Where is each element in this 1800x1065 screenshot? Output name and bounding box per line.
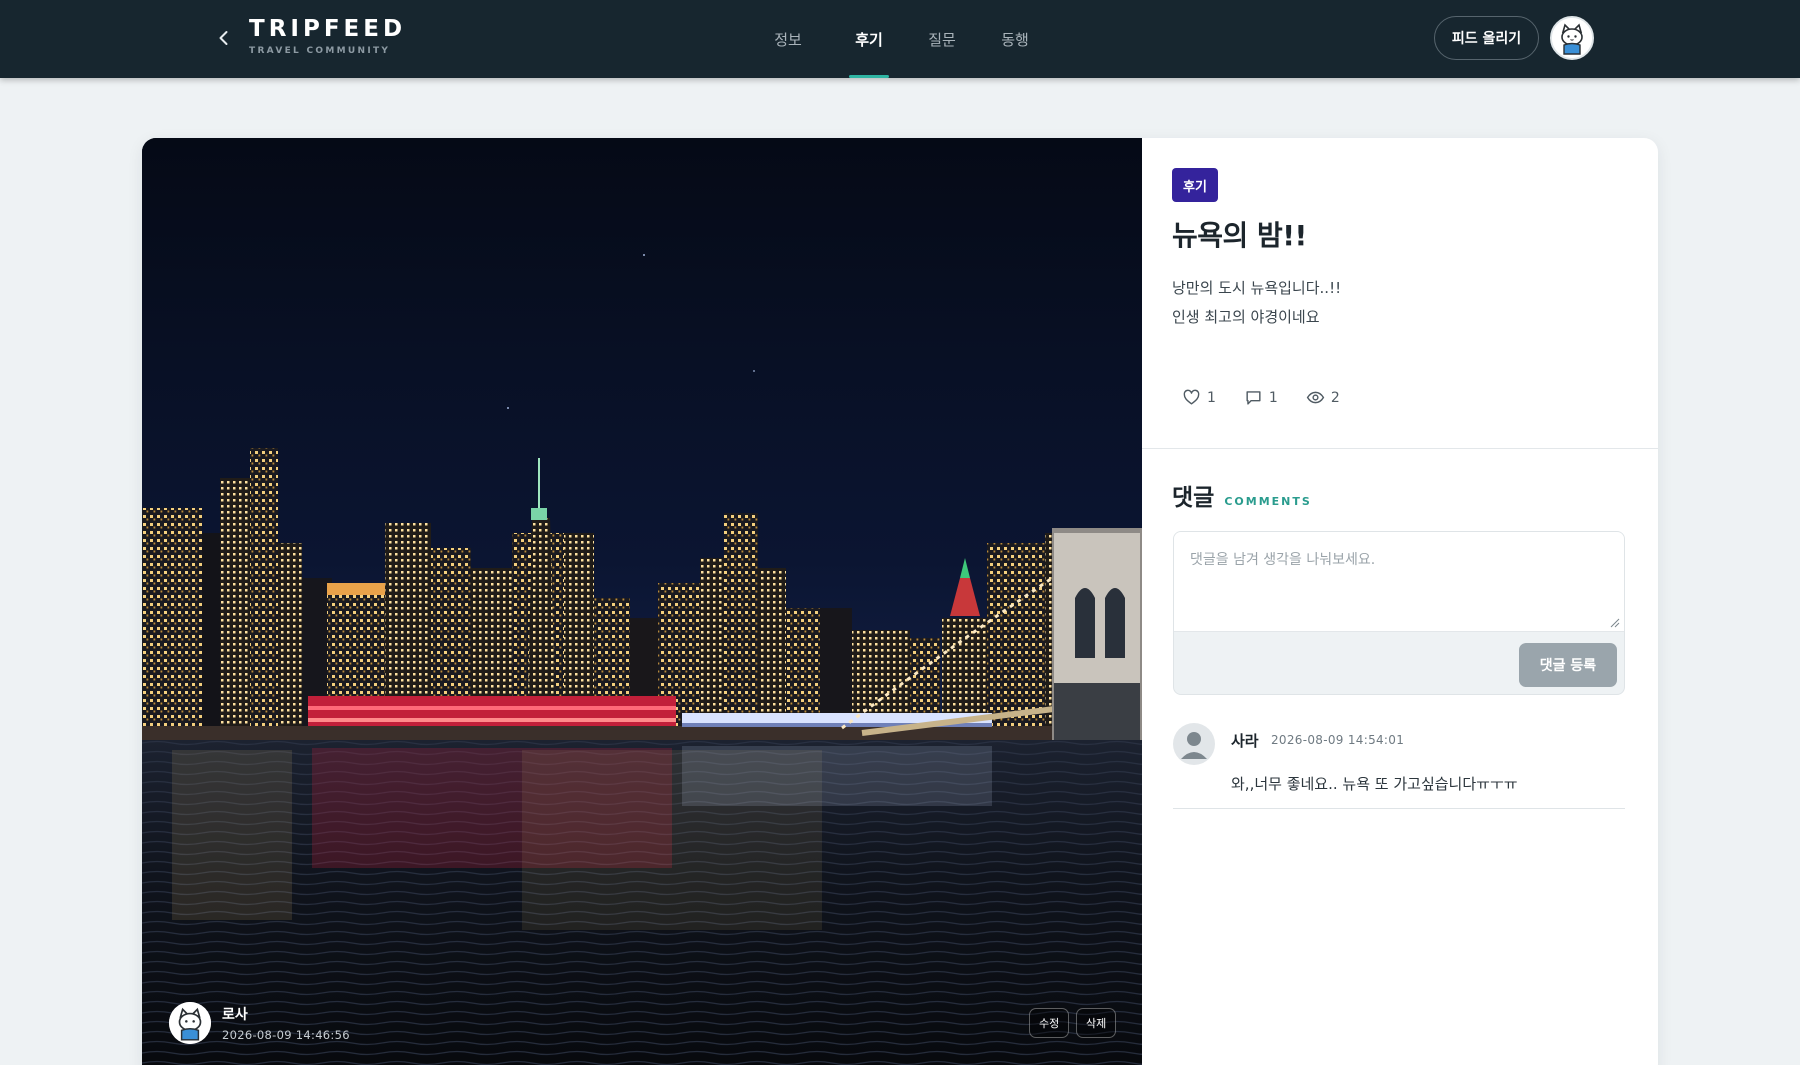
post-stats: 1 1 2 (1182, 388, 1368, 407)
view-count-value: 2 (1330, 389, 1340, 406)
post-body-line: 낭만의 도시 뉴욕입니다..!! (1172, 279, 1342, 297)
comment-count-button[interactable]: 1 (1244, 388, 1278, 407)
comment-text: 와,,너무 좋네요.. 뉴욕 또 가고싶습니다ㅠㅜㅠ (1231, 775, 1518, 793)
cat-avatar-icon (1552, 18, 1592, 58)
eye-icon (1306, 391, 1325, 404)
comment-date: 2026-08-09 14:54:01 (1271, 733, 1405, 747)
night-skyline-photo (142, 138, 1142, 1065)
comment-item: 사라 2026-08-09 14:54:01 와,,너무 좋네요.. 뉴욕 또 … (1173, 723, 1625, 809)
top-navigation-bar: TRIPFEED TRAVEL COMMUNITY 정보 후기 질문 동행 피드… (0, 0, 1800, 78)
nav-tab-review[interactable]: 후기 (849, 0, 889, 78)
section-divider (1142, 448, 1658, 449)
edit-button[interactable]: 수정 (1029, 1008, 1070, 1038)
comments-heading: 댓글 COMMENTS (1172, 478, 1312, 512)
commenter-name[interactable]: 사라 (1231, 730, 1259, 751)
post-feed-button[interactable]: 피드 올리기 (1434, 16, 1539, 60)
heart-icon (1183, 389, 1200, 405)
comment-count: 1 (1268, 389, 1278, 406)
like-count: 1 (1207, 389, 1216, 406)
chevron-left-icon (219, 31, 228, 45)
post-title: 뉴욕의 밤!! (1172, 219, 1307, 252)
post-body-line: 인생 최고의 야경이네요 (1172, 308, 1320, 326)
nav-tab-question[interactable]: 질문 (922, 0, 962, 78)
user-silhouette-icon (1181, 732, 1207, 759)
post-photo: 로사 2026-08-09 14:46:56 수정 삭제 (142, 138, 1142, 1065)
author-name[interactable]: 로사 (222, 1004, 248, 1024)
comment-form: 댓글 등록 (1173, 531, 1625, 695)
comment-submit-button[interactable]: 댓글 등록 (1519, 643, 1617, 687)
nav-tab-companion[interactable]: 동행 (995, 0, 1035, 78)
cat-avatar-icon (169, 1002, 211, 1044)
post-detail-card: 로사 2026-08-09 14:46:56 수정 삭제 후기 뉴욕의 밤!! … (142, 138, 1658, 1065)
author-avatar[interactable] (169, 1002, 211, 1044)
post-date: 2026-08-09 14:46:56 (222, 1028, 350, 1042)
nav-tab-info[interactable]: 정보 (760, 0, 816, 78)
like-button[interactable]: 1 (1182, 388, 1216, 407)
comment-bubble-icon (1246, 391, 1261, 405)
resize-handle-icon[interactable] (1608, 616, 1620, 628)
post-info-panel: 후기 뉴욕의 밤!! 낭만의 도시 뉴욕입니다..!! 인생 최고의 야경이네요… (1142, 138, 1658, 1065)
logo-name: TRIPFEED (249, 16, 407, 42)
view-count: 2 (1306, 388, 1340, 407)
logo-subtitle: TRAVEL COMMUNITY (249, 46, 391, 56)
commenter-avatar[interactable] (1173, 723, 1215, 765)
comment-input[interactable] (1174, 532, 1624, 632)
delete-button[interactable]: 삭제 (1076, 1008, 1117, 1038)
post-body: 낭만의 도시 뉴욕입니다..!! 인생 최고의 야경이네요 (1172, 274, 1341, 332)
comments-subtitle: COMMENTS (1224, 495, 1312, 508)
main-nav: 정보 후기 질문 동행 (760, 0, 1035, 78)
comments-title: 댓글 (1172, 485, 1215, 511)
category-badge: 후기 (1172, 168, 1218, 202)
back-button[interactable] (214, 28, 234, 48)
user-avatar[interactable] (1550, 16, 1594, 60)
logo[interactable]: TRIPFEED TRAVEL COMMUNITY (249, 16, 406, 56)
